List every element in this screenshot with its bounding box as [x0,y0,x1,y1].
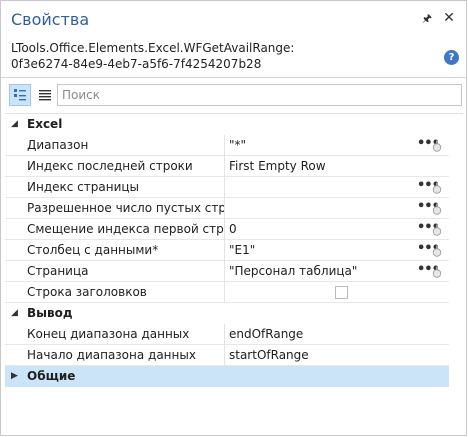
activity-identifier: LTools.Office.Elements.Excel.WFGetAvailR… [11,40,431,72]
property-name: Конец диапазона данных [27,324,225,345]
property-name: Начало диапазона данных [27,345,225,366]
panel-titlebar: Свойства 🖈 ✕ [1,1,466,37]
alphabetical-view-button[interactable] [34,84,56,106]
panel-title: Свойства [11,10,90,29]
property-row-range[interactable]: Диапазон "*" ••• [5,135,449,156]
expression-bulb-icon[interactable] [432,140,442,152]
header-row-checkbox[interactable] [335,286,348,299]
property-value[interactable]: "*" [229,135,246,156]
property-value[interactable]: "Персонал таблица" [229,261,357,282]
property-row-first-row-offset[interactable]: Смещение индекса первой строки 0 ••• [5,219,449,240]
property-value[interactable]: startOfRange [229,345,309,366]
expression-bulb-icon[interactable] [432,266,442,278]
property-name: Столбец с данными* [27,240,225,261]
property-row-allowed-empty-rows[interactable]: Разрешенное число пустых строк ••• [5,198,449,219]
expression-bulb-icon[interactable] [432,245,442,257]
property-row-sheet[interactable]: Страница "Персонал таблица" ••• [5,261,449,282]
search-box [57,84,462,106]
properties-panel: Свойства 🖈 ✕ LTools.Office.Elements.Exce… [0,0,467,436]
category-general[interactable]: ▶ Общие [5,366,449,387]
property-row-header-row[interactable]: Строка заголовков [5,282,449,303]
close-icon[interactable]: ✕ [441,10,457,26]
property-row-range-end[interactable]: Конец диапазона данных endOfRange [5,324,449,345]
expression-bulb-icon[interactable] [432,182,442,194]
search-input[interactable] [58,85,461,105]
property-name: Страница [27,261,225,282]
category-label: Общие [27,369,76,383]
property-name: Смещение индекса первой строки [27,219,225,240]
property-row-data-column[interactable]: Столбец с данными* "E1" ••• [5,240,449,261]
property-name: Индекс страницы [27,177,225,198]
property-value[interactable]: endOfRange [229,324,303,345]
collapsed-arrow-icon[interactable]: ▶ [11,366,18,387]
categorized-icon [14,89,26,101]
expanded-arrow-icon[interactable]: ◢ [11,303,18,324]
property-row-range-start[interactable]: Начало диапазона данных startOfRange [5,345,449,366]
expression-bulb-icon[interactable] [432,224,442,236]
toolbar [1,78,466,112]
property-value[interactable]: 0 [229,219,237,240]
property-row-page-index[interactable]: Индекс страницы ••• [5,177,449,198]
property-value[interactable]: First Empty Row [229,156,326,177]
list-icon [39,90,51,101]
property-name: Разрешенное число пустых строк [27,198,225,219]
category-label: Вывод [27,306,73,320]
activity-guid: 0f3e6274-84e9-4eb7-a5f6-7f4254207b28 [11,57,262,71]
pin-icon[interactable]: 🖈 [420,12,434,26]
category-output[interactable]: ◢ Вывод [5,303,449,324]
property-name: Строка заголовков [27,282,225,303]
property-grid: ◢ Excel Диапазон "*" ••• Индекс последне… [5,113,463,433]
activity-type: LTools.Office.Elements.Excel.WFGetAvailR… [11,41,295,55]
expression-bulb-icon[interactable] [432,203,442,215]
property-name: Диапазон [27,135,225,156]
property-row-last-row-index[interactable]: Индекс последней строки First Empty Row [5,156,449,177]
property-value[interactable]: "E1" [229,240,255,261]
category-excel[interactable]: ◢ Excel [5,114,449,135]
category-label: Excel [27,117,63,131]
expanded-arrow-icon[interactable]: ◢ [11,114,18,135]
categorized-view-button[interactable] [9,84,31,106]
property-name: Индекс последней строки [27,156,225,177]
help-icon[interactable]: ? [444,50,459,65]
